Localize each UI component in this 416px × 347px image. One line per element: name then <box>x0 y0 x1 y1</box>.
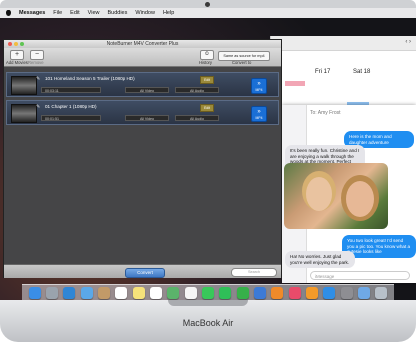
messages-window: To: Amy Frost Here is the mom and daught… <box>282 105 416 283</box>
maps-icon[interactable] <box>167 286 180 299</box>
video-track-select[interactable]: All Video <box>125 87 169 93</box>
edit-button[interactable]: Edit <box>200 104 214 112</box>
fast-forward-icon: » <box>257 109 261 115</box>
appstore-icon[interactable] <box>323 286 336 299</box>
menu-window[interactable]: Window <box>135 10 155 16</box>
video-thumbnail <box>11 76 37 95</box>
convert-to-label: Convert to <box>232 60 252 65</box>
ibooks-icon[interactable] <box>305 286 318 299</box>
calendar-day-label: Fri 17 <box>315 69 331 75</box>
safari-icon[interactable] <box>63 286 76 299</box>
edit-button[interactable]: Edit <box>200 76 214 84</box>
search-input[interactable]: Search <box>231 268 277 277</box>
calendar-toolbar <box>271 36 416 51</box>
contacts-icon[interactable] <box>97 286 110 299</box>
remove-label: Remove <box>28 60 44 65</box>
calendar-window: ‹ › Fri 17 Sat 18 <box>270 36 416 110</box>
menubar: Messages File Edit View Buddies Window H… <box>0 8 416 18</box>
messages-icon[interactable] <box>201 286 214 299</box>
message-input[interactable]: iMessage <box>310 271 410 280</box>
launchpad-icon[interactable] <box>45 286 58 299</box>
add-movie-button[interactable]: + <box>10 50 24 60</box>
duration-field: 00:03:11 <box>41 87 101 93</box>
window-title: NoteBurner M4V Converter Plus <box>4 40 281 48</box>
minimize-icon[interactable] <box>14 42 18 46</box>
calendar-event[interactable] <box>285 81 305 86</box>
history-button[interactable]: ⏲ <box>200 50 214 60</box>
format-label: MP4 <box>255 116 263 120</box>
video-track-select[interactable]: All Video <box>125 115 169 121</box>
device-label: MacBook Air <box>182 318 234 328</box>
menu-buddies[interactable]: Buddies <box>107 10 127 16</box>
apple-icon[interactable] <box>6 10 11 16</box>
list-item[interactable]: ✎ 01 Chapter 1 (1080p HD) Edit 00:01:51 … <box>6 100 279 125</box>
camera-icon <box>205 2 210 7</box>
history-label: History <box>199 60 213 65</box>
photo-subject <box>346 181 374 217</box>
calendar-nav[interactable]: ‹ › <box>405 39 411 45</box>
video-title: 01 Chapter 1 (1080p HD) <box>45 104 97 109</box>
calendar-day-label: Sat 18 <box>353 69 371 75</box>
format-button[interactable]: » MP4 <box>251 106 267 122</box>
audio-track-select[interactable]: All Audio <box>175 115 219 121</box>
recipient-label: To: Amy Frost <box>310 110 341 116</box>
reminders-icon[interactable] <box>149 286 162 299</box>
remove-button[interactable]: − <box>30 50 44 60</box>
format-label: MP4 <box>255 88 263 92</box>
zoom-icon[interactable] <box>20 42 24 46</box>
close-icon[interactable] <box>8 42 12 46</box>
message-photo[interactable] <box>284 163 388 229</box>
menu-help[interactable]: Help <box>163 10 174 16</box>
fast-forward-icon: » <box>257 81 261 87</box>
audio-track-select[interactable]: All Audio <box>175 87 219 93</box>
video-title: 101 Homeland Season 5 Trailer (1080p HD) <box>45 76 135 81</box>
pencil-icon[interactable]: ✎ <box>36 104 40 110</box>
duration-field: 00:01:51 <box>41 115 101 121</box>
add-movies-label: Add Movies <box>6 60 28 65</box>
converter-footer: Convert Search <box>4 264 281 278</box>
pages-icon[interactable] <box>271 286 284 299</box>
pencil-icon[interactable]: ✎ <box>36 76 40 82</box>
menu-app-name[interactable]: Messages <box>19 10 45 16</box>
downloads-icon[interactable] <box>357 286 370 299</box>
converter-toolbar: + Add Movies − Remove ⏲ History Same as … <box>4 48 281 67</box>
notes-icon[interactable] <box>132 286 145 299</box>
facetime-icon[interactable] <box>219 286 232 299</box>
message-bubble[interactable]: Ha! No worries. Just glad you're well en… <box>285 251 355 269</box>
photos-icon[interactable] <box>184 286 197 299</box>
itunes-icon[interactable] <box>288 286 301 299</box>
numbers-icon[interactable] <box>236 286 249 299</box>
calendar-icon[interactable] <box>115 286 128 299</box>
menu-file[interactable]: File <box>53 10 62 16</box>
format-button[interactable]: » MP4 <box>251 78 267 94</box>
keynote-icon[interactable] <box>253 286 266 299</box>
photo-subject <box>306 177 332 211</box>
converter-window: NoteBurner M4V Converter Plus + Add Movi… <box>3 39 282 278</box>
mail-icon[interactable] <box>80 286 93 299</box>
trash-icon[interactable] <box>375 286 388 299</box>
finder-icon[interactable] <box>28 286 41 299</box>
laptop-notch <box>168 300 248 306</box>
convert-button[interactable]: Convert <box>125 268 165 278</box>
menu-edit[interactable]: Edit <box>70 10 79 16</box>
video-thumbnail <box>11 104 37 123</box>
preferences-icon[interactable] <box>340 286 353 299</box>
screen: Messages File Edit View Buddies Window H… <box>0 8 416 300</box>
menu-view[interactable]: View <box>88 10 100 16</box>
list-item[interactable]: ✎ 101 Homeland Season 5 Trailer (1080p H… <box>6 72 279 97</box>
dock <box>22 284 394 300</box>
